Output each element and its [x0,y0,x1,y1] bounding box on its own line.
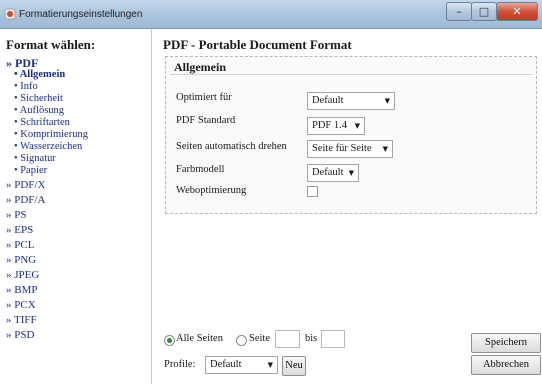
format-item-pdfa[interactable]: » PDF/A [6,194,45,206]
format-item-bmp[interactable]: » BMP [6,284,38,296]
optimized-for-select[interactable]: Default ▼ [307,92,395,110]
pdf-standard-value: PDF 1.4 [312,120,348,131]
chevron-down-icon: ▼ [354,122,360,130]
subitem-allgemein[interactable]: • Allgemein [14,69,65,80]
section-divider [170,74,532,75]
chevron-down-icon: ▼ [348,169,354,177]
page-label: Seite [249,333,270,344]
section-title: Allgemein [174,60,226,74]
pdf-standard-select[interactable]: PDF 1.4 ▼ [307,117,365,135]
pdf-standard-label: PDF Standard [176,115,236,126]
format-item-tiff[interactable]: » TIFF [6,314,37,326]
new-profile-button[interactable]: Neu [282,356,306,376]
window-title: Formatierungseinstellungen [19,9,143,20]
web-optimization-checkbox[interactable] [307,186,318,197]
subitem-info[interactable]: • Info [14,81,38,92]
page-from-input[interactable] [275,330,300,348]
optimized-for-value: Default [312,95,344,106]
subitem-papier[interactable]: • Papier [14,165,47,176]
page-range-radio[interactable] [236,335,247,346]
window-controls: – □ ✕ [446,2,538,21]
subitem-sicherheit[interactable]: • Sicherheit [14,93,63,104]
profile-label: Profile: [164,359,196,370]
auto-rotate-label: Seiten automatisch drehen [176,141,287,152]
format-item-pcx[interactable]: » PCX [6,299,36,311]
format-item-eps[interactable]: » EPS [6,224,33,236]
close-button[interactable]: ✕ [496,2,538,21]
format-item-pdfx[interactable]: » PDF/X [6,179,45,191]
subitem-schriftarten[interactable]: • Schriftarten [14,117,70,128]
subitem-komprimierung[interactable]: • Komprimierung [14,129,88,140]
subitem-signatur[interactable]: • Signatur [14,153,56,164]
chevron-down-icon: ▼ [267,361,273,369]
app-icon [4,8,16,20]
format-item-pcl[interactable]: » PCL [6,239,34,251]
maximize-button[interactable]: □ [471,2,497,21]
profile-value: Default [210,359,242,370]
chevron-down-icon: ▼ [384,97,390,105]
minimize-button[interactable]: – [446,2,472,21]
window-title-bar: Formatierungseinstellungen – □ ✕ [0,0,542,29]
format-item-jpeg[interactable]: » JPEG [6,269,39,281]
format-sidebar: Format wählen: » PDF • Allgemein • Info … [0,29,152,384]
subitem-aufloesung[interactable]: • Auflösung [14,105,64,116]
save-button[interactable]: Speichern [471,333,541,353]
page-to-input[interactable] [321,330,345,348]
color-model-label: Farbmodell [176,164,225,175]
format-item-png[interactable]: » PNG [6,254,36,266]
web-optimization-label: Weboptimierung [176,185,247,196]
all-pages-label: Alle Seiten [176,333,223,344]
color-model-value: Default [312,167,344,178]
sidebar-heading: Format wählen: [6,37,96,52]
chevron-down-icon: ▼ [382,145,388,153]
general-settings-group: Allgemein Optimiert für Default ▼ PDF St… [165,56,537,214]
to-label: bis [305,333,318,344]
page-title: PDF - Portable Document Format [163,37,352,52]
optimized-for-label: Optimiert für [176,92,232,103]
format-item-ps[interactable]: » PS [6,209,27,221]
auto-rotate-value: Seite für Seite [312,143,372,154]
color-model-select[interactable]: Default ▼ [307,164,359,182]
all-pages-radio[interactable] [164,335,175,346]
cancel-button[interactable]: Abbrechen [471,355,541,375]
auto-rotate-select[interactable]: Seite für Seite ▼ [307,140,393,158]
subitem-wasserzeichen[interactable]: • Wasserzeichen [14,141,82,152]
format-item-psd[interactable]: » PSD [6,329,34,341]
profile-select[interactable]: Default ▼ [205,356,278,374]
